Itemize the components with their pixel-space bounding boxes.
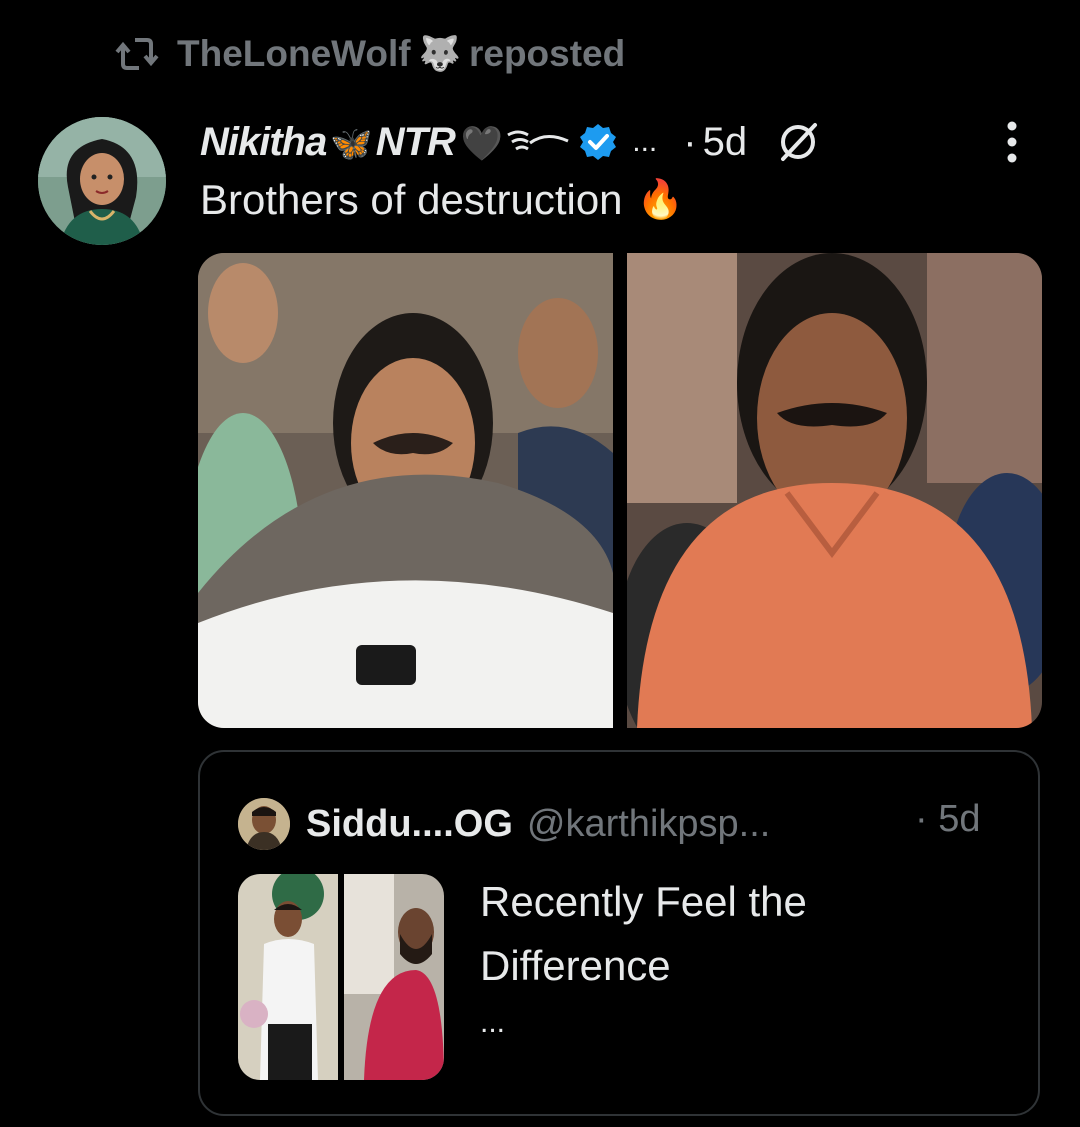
- time-separator: ·: [683, 119, 697, 164]
- post-media[interactable]: [198, 253, 1042, 728]
- author-name[interactable]: Nikitha 🦋 NTR 🖤: [200, 119, 503, 165]
- quoted-post-media[interactable]: [238, 874, 444, 1080]
- heart-emoji: 🖤: [460, 124, 503, 163]
- author-name-suffix: NTR: [375, 119, 456, 164]
- repost-icon: [115, 38, 159, 70]
- avatar-image: [38, 117, 166, 245]
- quoted-post-more: ...: [480, 1006, 506, 1039]
- fire-emoji: 🔥: [636, 179, 684, 221]
- quoted-post[interactable]: Siddu....OG @karthikpsp... · 5d Recently…: [198, 750, 1040, 1116]
- verified-icon[interactable]: [578, 122, 618, 162]
- post-time[interactable]: · 5d: [683, 120, 747, 165]
- post-text-content: Brothers of destruction: [200, 176, 623, 223]
- quoted-author-avatar[interactable]: [238, 798, 290, 850]
- author-avatar[interactable]: [38, 117, 166, 245]
- butterfly-emoji: 🦋: [330, 124, 372, 163]
- post-time-text: 5d: [702, 119, 748, 164]
- wave-icon: [507, 130, 569, 151]
- wolf-emoji: 🐺: [418, 35, 461, 73]
- author-name-text: Nikitha: [200, 119, 327, 164]
- quoted-post-header: Siddu....OG @karthikpsp...: [238, 798, 770, 850]
- repost-header[interactable]: TheLoneWolf 🐺 reposted: [113, 30, 625, 78]
- quoted-post-time[interactable]: · 5d: [915, 798, 981, 841]
- slash-circle-icon[interactable]: [775, 119, 821, 165]
- quoted-author-handle[interactable]: @karthikpsp...: [527, 803, 770, 846]
- quoted-media-photo-1[interactable]: [238, 874, 338, 1080]
- media-photo-1[interactable]: [198, 253, 613, 728]
- post-text: Brothers of destruction 🔥: [200, 176, 684, 224]
- quoted-avatar-image: [238, 798, 290, 850]
- quoted-author-name[interactable]: Siddu....OG: [306, 803, 513, 846]
- more-options-icon[interactable]: [1004, 118, 1020, 166]
- quoted-media-photo-2[interactable]: [344, 874, 444, 1080]
- name-ellipsis: ...: [632, 125, 658, 158]
- repost-user[interactable]: TheLoneWolf: [177, 33, 411, 75]
- post-header: Nikitha 🦋 NTR 🖤 ... · 5d: [200, 112, 1060, 172]
- repost-label: reposted: [468, 33, 626, 74]
- quoted-post-text: Recently Feel the Difference: [480, 878, 807, 989]
- quoted-time-separator: ·: [915, 798, 928, 840]
- media-photo-2[interactable]: [627, 253, 1042, 728]
- quoted-time-text: 5d: [938, 798, 981, 840]
